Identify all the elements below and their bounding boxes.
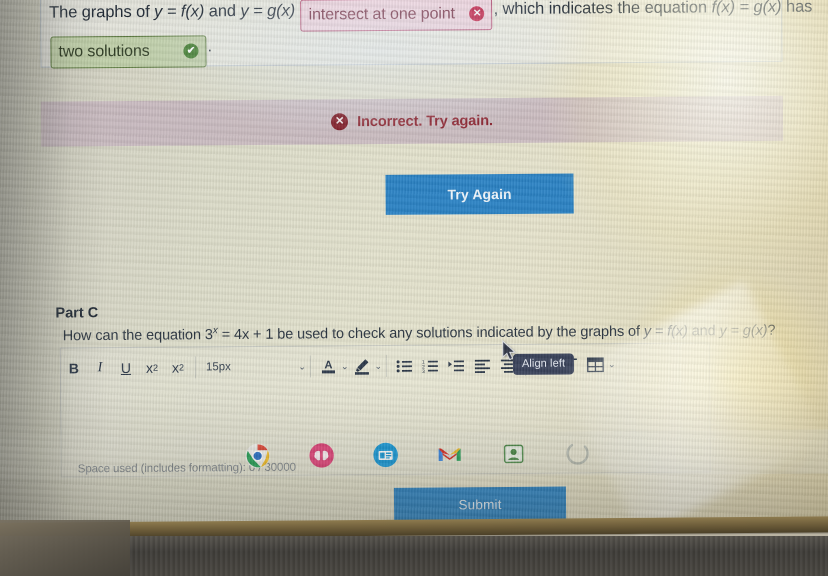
text-color-chevron-icon[interactable]: ⌄ xyxy=(341,361,349,372)
bulleted-list-icon xyxy=(396,359,412,372)
feedback-message: Incorrect. Try again. xyxy=(357,112,493,130)
underline-button[interactable]: U xyxy=(113,355,139,381)
indent-button[interactable] xyxy=(443,352,469,378)
sentence-has: has xyxy=(781,0,813,16)
toolbar-divider xyxy=(385,354,388,377)
insert-table-button[interactable] xyxy=(582,351,608,377)
question-equation-y-fx: y = f(x) xyxy=(643,323,688,340)
svg-text:A: A xyxy=(324,359,332,371)
subscript-sub: 2 xyxy=(178,362,184,373)
correct-badge-icon: ✔ xyxy=(183,43,199,59)
try-again-button[interactable]: Try Again xyxy=(385,173,574,215)
incorrect-badge-icon: ✕ xyxy=(469,6,485,22)
question-text-post: = 4x + 1 be used to check any solutions … xyxy=(217,323,644,344)
question-text-pre: How can the equation 3 xyxy=(62,327,213,345)
text-color-icon: A xyxy=(321,359,335,374)
sentence-period: . xyxy=(207,37,212,56)
chevron-down-icon: ⌄ xyxy=(298,361,306,372)
superscript-button[interactable]: x2 xyxy=(139,355,165,381)
question-and: and xyxy=(687,323,720,340)
laptop-screen: The graphs of y = f(x) and y = g(x) inte… xyxy=(0,0,828,576)
text-color-button[interactable]: A xyxy=(315,353,341,379)
taskbar xyxy=(0,429,828,480)
numbered-list-icon: 1 2 3 xyxy=(421,359,438,374)
align-left-icon xyxy=(474,359,490,373)
superscript-exp: 2 xyxy=(152,362,158,373)
table-icon xyxy=(586,356,604,372)
increase-indent-icon xyxy=(447,360,464,371)
bulleted-list-button[interactable] xyxy=(391,353,417,379)
highlight-color-chevron-icon[interactable]: ⌄ xyxy=(374,360,382,371)
chrome-icon[interactable] xyxy=(245,443,271,469)
gmail-icon[interactable] xyxy=(437,441,463,467)
subscript-button[interactable]: x2 xyxy=(165,354,191,380)
editor-toolbar: B I U x2 x2 15px ⌄ A ⌄ ⌄ 1 2 3 ⌄ xyxy=(61,343,709,388)
contacts-icon[interactable] xyxy=(501,441,527,467)
toolbar-divider xyxy=(309,355,312,378)
part-c-label: Part C xyxy=(55,305,99,322)
dropdown-answer-1-value: intersect at one point xyxy=(308,5,456,24)
equation-y-fx: y = f(x) xyxy=(154,2,205,21)
question-end: ? xyxy=(767,322,776,339)
part-c-question: How can the equation 3x = 4x + 1 be used… xyxy=(62,321,776,345)
sentence-text-mid: , which indicates the equation xyxy=(493,0,712,19)
table-chevron-icon[interactable]: ⌄ xyxy=(608,359,616,370)
svg-text:3: 3 xyxy=(422,369,425,374)
feedback-banner: ✕ Incorrect. Try again. xyxy=(40,95,784,147)
align-left-button[interactable] xyxy=(469,352,495,378)
dropdown-answer-1[interactable]: intersect at one point ✕ xyxy=(300,0,493,32)
equation-y-gx: y = g(x) xyxy=(240,1,296,21)
news-app-icon[interactable] xyxy=(373,442,399,468)
screen-photo: The graphs of y = f(x) and y = g(x) inte… xyxy=(0,0,828,576)
equation-fx-gx: f(x) = g(x) xyxy=(711,0,782,17)
loading-spinner-icon xyxy=(565,440,591,466)
x-circle-icon: ✕ xyxy=(331,113,349,131)
toolbar-divider xyxy=(194,356,197,379)
desk-left-shadow xyxy=(0,520,130,576)
marker-pen-icon xyxy=(354,359,369,375)
submit-button[interactable]: Submit xyxy=(393,486,567,522)
align-left-tooltip: Align left xyxy=(512,353,575,375)
dropdown-answer-2-value: two solutions xyxy=(58,42,150,61)
italic-button[interactable]: I xyxy=(87,355,113,381)
part-b-sentence: The graphs of y = f(x) and y = g(x) inte… xyxy=(49,0,820,69)
highlight-color-button[interactable] xyxy=(348,353,374,379)
bold-button[interactable]: B xyxy=(61,355,87,381)
question-equation-y-gx: y = g(x) xyxy=(719,322,768,340)
sentence-and: and xyxy=(204,2,241,21)
brain-app-icon[interactable] xyxy=(309,442,335,468)
quiz-page: The graphs of y = f(x) and y = g(x) inte… xyxy=(0,0,828,530)
font-size-select[interactable]: 15px ⌄ xyxy=(200,361,306,374)
dropdown-answer-2[interactable]: two solutions ✔ xyxy=(50,35,207,69)
numbered-list-button[interactable]: 1 2 3 xyxy=(417,352,443,378)
sentence-text-pre: The graphs of xyxy=(49,2,155,22)
font-size-value: 15px xyxy=(205,361,231,374)
